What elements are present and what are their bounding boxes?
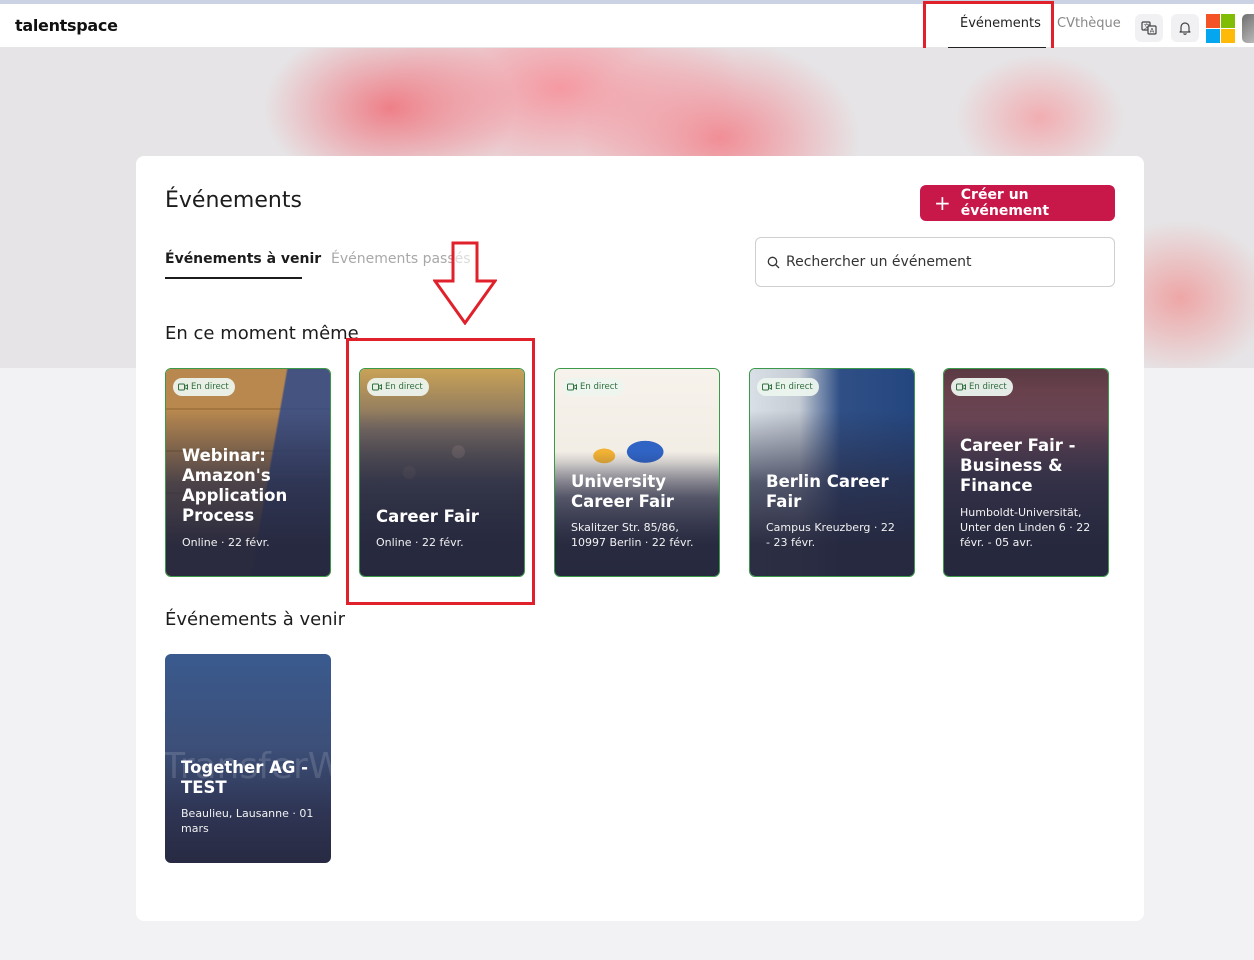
event-card-berlin-career-fair[interactable]: En direct Berlin Career Fair Campus Kreu… bbox=[749, 368, 915, 577]
svg-text:A: A bbox=[1150, 27, 1155, 35]
annotation-arrow-down-icon bbox=[433, 241, 497, 325]
create-event-label: Créer un événement bbox=[960, 187, 1050, 219]
tab-upcoming-events[interactable]: Événements à venir bbox=[165, 251, 321, 267]
top-navbar: talentspace Événements CVthèque 文 A bbox=[0, 4, 1254, 49]
event-meta: Beaulieu, Lausanne · 01 mars bbox=[181, 807, 314, 835]
translate-icon: 文 A bbox=[1141, 21, 1157, 35]
tab-active-underline bbox=[165, 277, 302, 279]
live-badge: En direct bbox=[951, 378, 1013, 396]
search-box[interactable] bbox=[755, 237, 1115, 287]
create-event-button[interactable]: + Créer un événement bbox=[920, 185, 1115, 221]
video-camera-icon bbox=[956, 383, 966, 391]
section-title-upcoming: Événements à venir bbox=[165, 609, 346, 630]
event-card-together-ag[interactable]: TransferW Together AG - TEST Beaulieu, L… bbox=[165, 654, 331, 863]
plus-icon: + bbox=[934, 191, 951, 215]
event-meta: Humboldt-Universität, Unter den Linden 6… bbox=[960, 506, 1091, 549]
event-card-webinar-amazon[interactable]: En direct Webinar: Amazon's Application … bbox=[165, 368, 331, 577]
bell-icon bbox=[1179, 22, 1191, 35]
translate-button[interactable]: 文 A bbox=[1135, 14, 1163, 42]
video-camera-icon bbox=[762, 383, 772, 391]
search-icon bbox=[767, 256, 780, 268]
video-camera-icon bbox=[178, 383, 188, 391]
section-title-live: En ce moment même bbox=[165, 323, 359, 344]
event-title: Webinar: Amazon's Application Process bbox=[182, 446, 288, 525]
notifications-button[interactable] bbox=[1171, 14, 1199, 42]
microsoft-logo[interactable] bbox=[1206, 14, 1235, 43]
avatar[interactable] bbox=[1242, 14, 1254, 43]
event-meta: Campus Kreuzberg · 22 - 23 févr. bbox=[766, 521, 895, 549]
event-title: Berlin Career Fair bbox=[766, 472, 889, 511]
event-title: University Career Fair bbox=[571, 472, 674, 511]
live-badge: En direct bbox=[757, 378, 819, 396]
video-camera-icon bbox=[567, 383, 577, 391]
event-title: Career Fair - Business & Finance bbox=[960, 436, 1076, 495]
event-card-university-career-fair[interactable]: En direct University Career Fair Skalitz… bbox=[554, 368, 720, 577]
talentspace-logo[interactable]: talentspace bbox=[15, 16, 118, 35]
nav-link-cvtheque[interactable]: CVthèque bbox=[1057, 16, 1121, 31]
page-title: Événements bbox=[165, 188, 302, 213]
search-input[interactable] bbox=[786, 254, 1106, 270]
annotation-box-career-fair bbox=[346, 338, 535, 605]
event-meta: Skalitzer Str. 85/86, 10997 Berlin · 22 … bbox=[571, 521, 694, 549]
event-title: Together AG - TEST bbox=[181, 758, 309, 797]
event-meta: Online · 22 févr. bbox=[182, 536, 270, 549]
live-badge: En direct bbox=[173, 378, 235, 396]
live-badge: En direct bbox=[562, 378, 624, 396]
event-card-career-fair-business-finance[interactable]: En direct Career Fair - Business & Finan… bbox=[943, 368, 1109, 577]
